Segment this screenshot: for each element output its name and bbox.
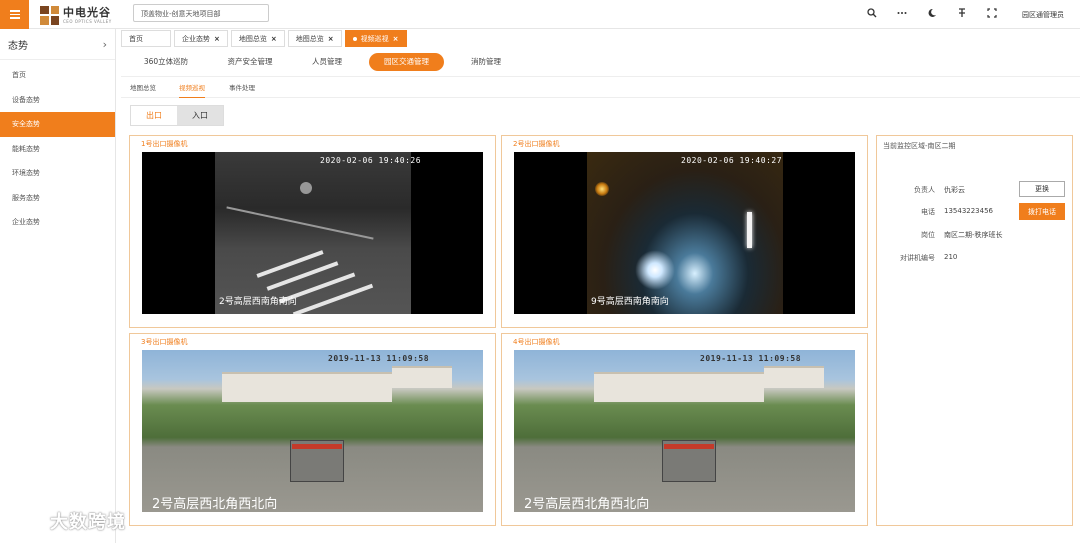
camera-title: 1号出口摄像机 bbox=[141, 140, 188, 148]
tab-video-patrol[interactable]: 视频巡视 × bbox=[344, 30, 407, 47]
camera-feed[interactable]: 2019-11-13 11:09:58 2号高层西北角西北向 bbox=[514, 350, 855, 512]
tab-enterprise[interactable]: 企业态势 × bbox=[174, 30, 228, 47]
sidebar-item-energy[interactable]: 能耗态势 bbox=[0, 137, 115, 162]
exit-toggle-button[interactable]: 出口 bbox=[131, 106, 177, 125]
module-fire[interactable]: 消防管理 bbox=[461, 53, 511, 71]
tab-map-overview[interactable]: 地图总览 × bbox=[230, 30, 285, 47]
info-row-phone: 电话 13543223456 拨打电话 bbox=[877, 203, 1074, 220]
camera-title: 3号出口摄像机 bbox=[141, 338, 188, 346]
more-icon[interactable] bbox=[896, 8, 908, 21]
chevron-right-icon[interactable]: › bbox=[103, 38, 107, 51]
camera-title: 2号出口摄像机 bbox=[513, 140, 560, 148]
module-nav: 360立体巡防 资产安全管理 人员管理 园区交通管理 消防管理 bbox=[121, 48, 1080, 77]
sidebar-menu: 首页 设备态势 安全态势 能耗态势 环境态势 服务态势 企业态势 bbox=[0, 60, 115, 235]
sidebar-header[interactable]: 态势 › bbox=[0, 29, 115, 60]
menu-toggle-button[interactable] bbox=[0, 0, 29, 29]
close-icon[interactable]: × bbox=[271, 35, 277, 43]
feed-image bbox=[587, 152, 783, 314]
page-tabs: 首页 企业态势 × 地图总览 × 地图总览 × 视频巡视 × bbox=[121, 29, 1080, 48]
feed-location-label: 2号高层西北角西北向 bbox=[152, 497, 278, 512]
replace-button[interactable]: 更换 bbox=[1019, 181, 1065, 197]
sidebar: 态势 › 首页 设备态势 安全态势 能耗态势 环境态势 服务态势 企业态势 bbox=[0, 29, 116, 543]
module-traffic[interactable]: 园区交通管理 bbox=[369, 53, 444, 71]
brand-subtitle: CEO OPTICS VALLEY bbox=[63, 18, 112, 24]
module-asset-security[interactable]: 资产安全管理 bbox=[219, 53, 281, 71]
manager-name: 仇彩云 bbox=[944, 186, 965, 194]
sidebar-item-service[interactable]: 服务态势 bbox=[0, 186, 115, 211]
sidebar-item-enterprise[interactable]: 企业态势 bbox=[0, 210, 115, 235]
camera-panel-3: 3号出口摄像机 2019-11-13 11:09:58 2号高层西北角西北向 bbox=[129, 333, 496, 526]
brand-logo[interactable]: 中电光谷 CEO OPTICS VALLEY bbox=[40, 5, 112, 25]
subnav-video-patrol[interactable]: 视频巡视 bbox=[179, 78, 205, 98]
theme-icon[interactable] bbox=[926, 8, 938, 21]
monitor-info-panel: 当前监控区域-南区二期 负责人 仇彩云 更换 电话 13543223456 拨打… bbox=[876, 135, 1073, 526]
sidebar-item-home[interactable]: 首页 bbox=[0, 63, 115, 88]
feed-timestamp: 2019-11-13 11:09:58 bbox=[328, 354, 430, 363]
feed-image bbox=[142, 350, 483, 512]
header-toolbar: 园区通管理员 bbox=[866, 0, 1064, 29]
search-icon[interactable] bbox=[866, 8, 878, 21]
subnav-event-handling[interactable]: 事件处理 bbox=[229, 78, 255, 98]
tab-map-overview-2[interactable]: 地图总览 × bbox=[287, 30, 342, 47]
monitor-area-label: 当前监控区域-南区二期 bbox=[883, 142, 956, 150]
info-row-manager: 负责人 仇彩云 更换 bbox=[877, 181, 1074, 197]
pin-icon[interactable] bbox=[956, 8, 968, 21]
menu-icon bbox=[9, 10, 20, 12]
brand-name: 中电光谷 bbox=[63, 5, 111, 19]
phone-number: 13543223456 bbox=[944, 207, 993, 215]
feed-image bbox=[514, 350, 855, 512]
camera-panel-4: 4号出口摄像机 2019-11-13 11:09:58 2号高层西北角西北向 bbox=[501, 333, 868, 526]
camera-feed[interactable]: 2020-02-06 19:40:26 2号高层西南角南向 bbox=[142, 152, 483, 314]
module-360-patrol[interactable]: 360立体巡防 bbox=[135, 53, 197, 71]
feed-timestamp: 2020-02-06 19:40:27 bbox=[681, 156, 783, 165]
camera-title: 4号出口摄像机 bbox=[513, 338, 560, 346]
feed-image bbox=[215, 152, 411, 314]
camera-panel-2: 2号出口摄像机 2020-02-06 19:40:27 9号高层西南角南向 bbox=[501, 135, 868, 328]
tab-home[interactable]: 首页 bbox=[121, 30, 171, 47]
position-value: 南区二期-秩序班长 bbox=[944, 231, 1003, 239]
logo-mark-icon bbox=[40, 5, 59, 25]
camera-feed[interactable]: 2019-11-13 11:09:58 2号高层西北角西北向 bbox=[142, 350, 483, 512]
feed-location-label: 2号高层西北角西北向 bbox=[524, 497, 650, 512]
feed-timestamp: 2020-02-06 19:40:26 bbox=[320, 156, 422, 165]
subnav-map-overview[interactable]: 地图总览 bbox=[130, 78, 156, 98]
feed-timestamp: 2019-11-13 11:09:58 bbox=[700, 354, 802, 363]
sidebar-title: 态势 bbox=[8, 40, 28, 52]
close-icon[interactable]: × bbox=[393, 35, 399, 43]
watermark-text: 大数跨境 bbox=[50, 512, 126, 533]
sidebar-item-device[interactable]: 设备态势 bbox=[0, 88, 115, 113]
feed-location-label: 9号高层西南角南向 bbox=[591, 297, 669, 307]
intercom-number: 210 bbox=[944, 253, 958, 261]
camera-feed[interactable]: 2020-02-06 19:40:27 9号高层西南角南向 bbox=[514, 152, 855, 314]
close-icon[interactable]: × bbox=[214, 35, 220, 43]
close-icon[interactable]: × bbox=[328, 35, 334, 43]
top-header: 中电光谷 CEO OPTICS VALLEY 顶盖物业-创意天地项目部 园区通管… bbox=[0, 0, 1080, 29]
active-dot-icon bbox=[352, 36, 357, 41]
current-user[interactable]: 园区通管理员 bbox=[1022, 10, 1064, 20]
sub-nav: 地图总览 视频巡视 事件处理 bbox=[121, 78, 1080, 98]
direction-toggle: 出口 入口 bbox=[130, 105, 224, 126]
info-row-intercom: 对讲机编号 210 bbox=[900, 253, 958, 262]
camera-panel-1: 1号出口摄像机 2020-02-06 19:40:26 2号高层西南角南向 bbox=[129, 135, 496, 328]
call-button[interactable]: 拨打电话 bbox=[1019, 203, 1065, 220]
info-row-position: 岗位 南区二期-秩序班长 bbox=[921, 231, 1003, 239]
watermark-logo-icon bbox=[10, 509, 46, 533]
feed-location-label: 2号高层西南角南向 bbox=[219, 297, 297, 307]
sidebar-item-environment[interactable]: 环境态势 bbox=[0, 161, 115, 186]
project-selector-input[interactable]: 顶盖物业-创意天地项目部 bbox=[133, 4, 269, 22]
module-personnel[interactable]: 人员管理 bbox=[301, 53, 353, 71]
sidebar-item-security[interactable]: 安全态势 bbox=[0, 112, 115, 137]
watermark: 大数跨境 bbox=[10, 508, 126, 534]
entrance-toggle-button[interactable]: 入口 bbox=[177, 106, 223, 125]
fullscreen-icon[interactable] bbox=[986, 8, 998, 21]
